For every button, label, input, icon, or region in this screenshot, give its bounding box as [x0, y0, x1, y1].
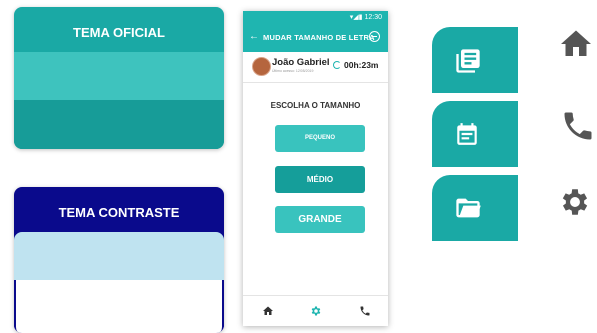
size-medium-button[interactable]: MÉDIO [275, 166, 365, 193]
contrast-theme-band-light [14, 232, 224, 280]
tab-calendar[interactable] [432, 101, 518, 167]
official-theme-band-dark [14, 100, 224, 149]
session-timer: 00h:23m [344, 60, 379, 70]
section-title: ESCOLHA O TAMANHO [270, 101, 361, 110]
document-icon [456, 49, 480, 73]
contrast-theme-title: TEMA CONTRASTE [58, 205, 180, 220]
gear-icon[interactable] [310, 305, 322, 317]
phone-icon[interactable] [359, 305, 371, 317]
home-icon[interactable] [262, 305, 274, 317]
tab-documents[interactable] [432, 27, 518, 93]
tab-folders[interactable] [432, 175, 518, 241]
status-icons: ▾◢▮ [349, 14, 365, 21]
user-name: João Gabriel [272, 57, 330, 68]
phone-screen: ▾◢▮ 12:30 ← MUDAR TAMANHO DE LETRA João … [243, 11, 388, 326]
app-bar: ← MUDAR TAMANHO DE LETRA [243, 25, 388, 52]
avatar[interactable] [252, 57, 271, 76]
status-bar: ▾◢▮ 12:30 [243, 11, 388, 25]
bottom-nav [243, 295, 388, 326]
calendar-icon [457, 123, 477, 145]
app-bar-title: MUDAR TAMANHO DE LETRA [263, 33, 375, 42]
official-theme-card[interactable]: TEMA OFICIAL [14, 7, 224, 149]
size-large-button[interactable]: GRANDE [275, 206, 365, 233]
contrast-theme-band-white [14, 280, 224, 333]
size-small-button[interactable]: PEQUENO [275, 125, 365, 152]
status-time: 12:30 [364, 14, 382, 21]
back-arrow-icon[interactable]: ← [249, 31, 259, 42]
home-icon[interactable] [558, 26, 594, 62]
official-theme-band-light [14, 52, 224, 100]
timer-icon [333, 61, 341, 69]
user-last-access: Último acesso: 12/05/2019 [272, 69, 314, 73]
phone-icon[interactable] [560, 108, 596, 144]
user-row: João Gabriel Último acesso: 12/05/2019 0… [243, 52, 388, 83]
contrast-theme-card[interactable]: TEMA CONTRASTE [14, 187, 224, 333]
folder-icon [456, 198, 481, 218]
minus-circle-icon[interactable] [369, 31, 380, 42]
official-theme-title: TEMA OFICIAL [73, 25, 165, 40]
gear-icon[interactable] [558, 185, 592, 219]
